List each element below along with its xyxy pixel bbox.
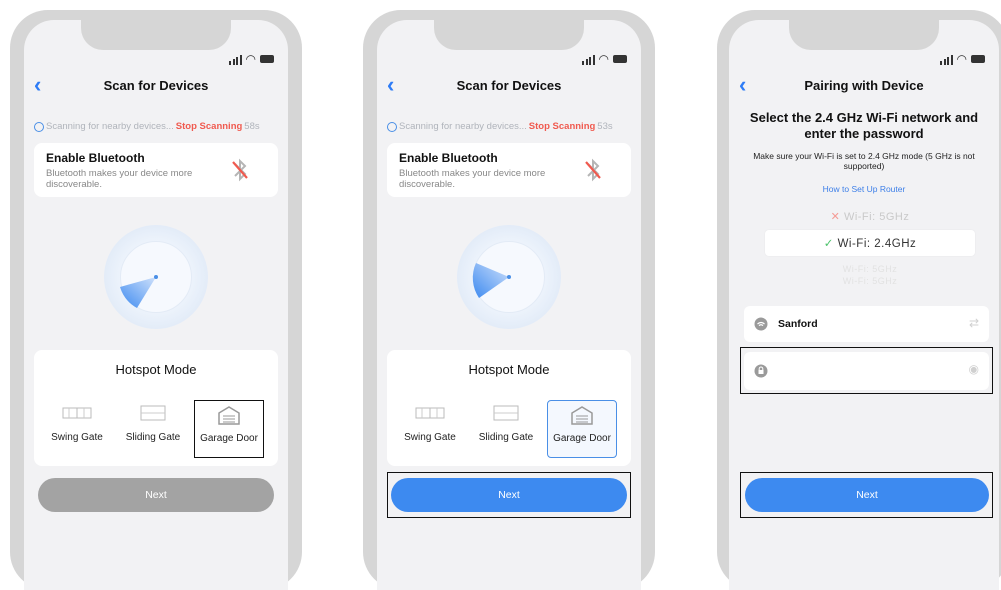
countdown: 58s xyxy=(244,121,260,132)
next-button[interactable]: Next xyxy=(38,478,274,512)
status-bar: ◠ xyxy=(229,53,274,65)
scanning-icon xyxy=(34,121,44,132)
phone-2: ◠ ‹ Scan for Devices Scanning for nearby… xyxy=(363,10,655,590)
signal-icon xyxy=(940,55,953,65)
option-garage-door[interactable]: Garage Door xyxy=(547,400,617,458)
scanning-icon xyxy=(387,121,397,132)
bluetooth-desc: Bluetooth makes your device more discove… xyxy=(46,168,193,190)
wifi-mode-option[interactable]: Wi-Fi: 5GHz xyxy=(779,276,961,286)
scan-text: Scanning for nearby devices... xyxy=(46,121,174,132)
wifi-icon xyxy=(754,317,768,331)
network-name: Sanford xyxy=(778,318,818,330)
highlight-box xyxy=(740,472,993,518)
phone-3: ◠ ‹ Pairing with Device Select the 2.4 G… xyxy=(717,10,1001,590)
pairing-subtext: Make sure your Wi-Fi is set to 2.4 GHz m… xyxy=(753,151,975,171)
bluetooth-off-icon xyxy=(585,158,601,182)
sliding-gate-icon xyxy=(493,405,519,421)
option-swing-gate[interactable]: Swing Gate xyxy=(395,400,465,458)
page-title: Pairing with Device xyxy=(804,78,924,93)
stop-scanning-button[interactable]: Stop Scanning xyxy=(529,121,596,132)
scanning-radar xyxy=(104,225,208,329)
scan-status: Scanning for nearby devices... Stop Scan… xyxy=(387,121,613,132)
page-title: Scan for Devices xyxy=(456,78,562,93)
battery-icon xyxy=(971,55,985,63)
notch xyxy=(789,20,939,50)
hotspot-card: Hotspot Mode Swing Gate Sliding Gate Gar… xyxy=(387,350,631,466)
highlight-box xyxy=(740,347,993,394)
page-title: Scan for Devices xyxy=(103,78,209,93)
option-label: Swing Gate xyxy=(404,432,456,443)
option-sliding-gate[interactable]: Sliding Gate xyxy=(471,400,541,458)
bluetooth-card[interactable]: Enable Bluetooth Bluetooth makes your de… xyxy=(34,143,278,197)
wifi-network-field[interactable]: Sanford ⇄ xyxy=(744,306,989,342)
countdown: 53s xyxy=(597,121,613,132)
scan-status: Scanning for nearby devices... Stop Scan… xyxy=(34,121,260,132)
wifi-mode-picker[interactable]: ✕ Wi-Fi: 5GHz ✓ Wi-Fi: 2.4GHz Wi-Fi: 5GH… xyxy=(765,208,975,308)
hotspot-title: Hotspot Mode xyxy=(115,362,197,377)
check-icon: ✓ xyxy=(823,238,834,250)
garage-door-icon xyxy=(571,406,593,425)
garage-door-icon xyxy=(218,406,240,425)
notch xyxy=(81,20,231,50)
battery-icon xyxy=(613,55,627,63)
bluetooth-card[interactable]: Enable Bluetooth Bluetooth makes your de… xyxy=(387,143,631,197)
option-sliding-gate[interactable]: Sliding Gate xyxy=(118,400,188,458)
option-garage-door[interactable]: Garage Door xyxy=(194,400,264,458)
option-label: Garage Door xyxy=(553,433,611,444)
signal-icon xyxy=(582,55,595,65)
signal-icon xyxy=(229,55,242,65)
router-setup-link[interactable]: How to Set Up Router xyxy=(729,184,999,194)
battery-icon xyxy=(260,55,274,63)
option-label: Garage Door xyxy=(200,433,258,444)
bluetooth-desc: Bluetooth makes your device more discove… xyxy=(399,168,546,190)
hotspot-card: Hotspot Mode Swing Gate Sliding Gate Gar… xyxy=(34,350,278,466)
wifi-mode-option[interactable]: ✕ Wi-Fi: 5GHz xyxy=(779,210,961,223)
phone-screen: ◠ ‹ Pairing with Device Select the 2.4 G… xyxy=(729,20,999,590)
wifi-mode-option[interactable]: Wi-Fi: 5GHz xyxy=(779,264,961,274)
swing-gate-icon xyxy=(62,407,92,419)
status-bar: ◠ xyxy=(582,53,627,65)
sliding-gate-icon xyxy=(140,405,166,421)
wifi-icon: ◠ xyxy=(245,52,256,66)
x-icon: ✕ xyxy=(830,211,841,223)
option-swing-gate[interactable]: Swing Gate xyxy=(42,400,112,458)
option-label: Swing Gate xyxy=(51,432,103,443)
highlight-box xyxy=(387,472,631,518)
phone-screen: ◠ ‹ Scan for Devices Scanning for nearby… xyxy=(377,20,641,590)
option-label: Sliding Gate xyxy=(478,432,534,443)
switch-network-icon[interactable]: ⇄ xyxy=(969,316,979,330)
pairing-heading: Select the 2.4 GHz Wi-Fi network and ent… xyxy=(749,110,979,141)
stop-scanning-button[interactable]: Stop Scanning xyxy=(176,121,243,132)
scanning-radar xyxy=(457,225,561,329)
option-label: Sliding Gate xyxy=(125,432,181,443)
phone-screen: ◠ ‹ Scan for Devices Scanning for nearby… xyxy=(24,20,288,590)
hotspot-title: Hotspot Mode xyxy=(468,362,550,377)
wifi-icon: ◠ xyxy=(956,52,967,66)
phone-1: ◠ ‹ Scan for Devices Scanning for nearby… xyxy=(10,10,302,590)
status-bar: ◠ xyxy=(940,53,985,65)
scan-text: Scanning for nearby devices... xyxy=(399,121,527,132)
notch xyxy=(434,20,584,50)
wifi-icon: ◠ xyxy=(598,52,609,66)
bluetooth-off-icon xyxy=(232,158,248,182)
swing-gate-icon xyxy=(415,407,445,419)
wifi-mode-option-selected[interactable]: ✓ Wi-Fi: 2.4GHz xyxy=(779,236,961,250)
